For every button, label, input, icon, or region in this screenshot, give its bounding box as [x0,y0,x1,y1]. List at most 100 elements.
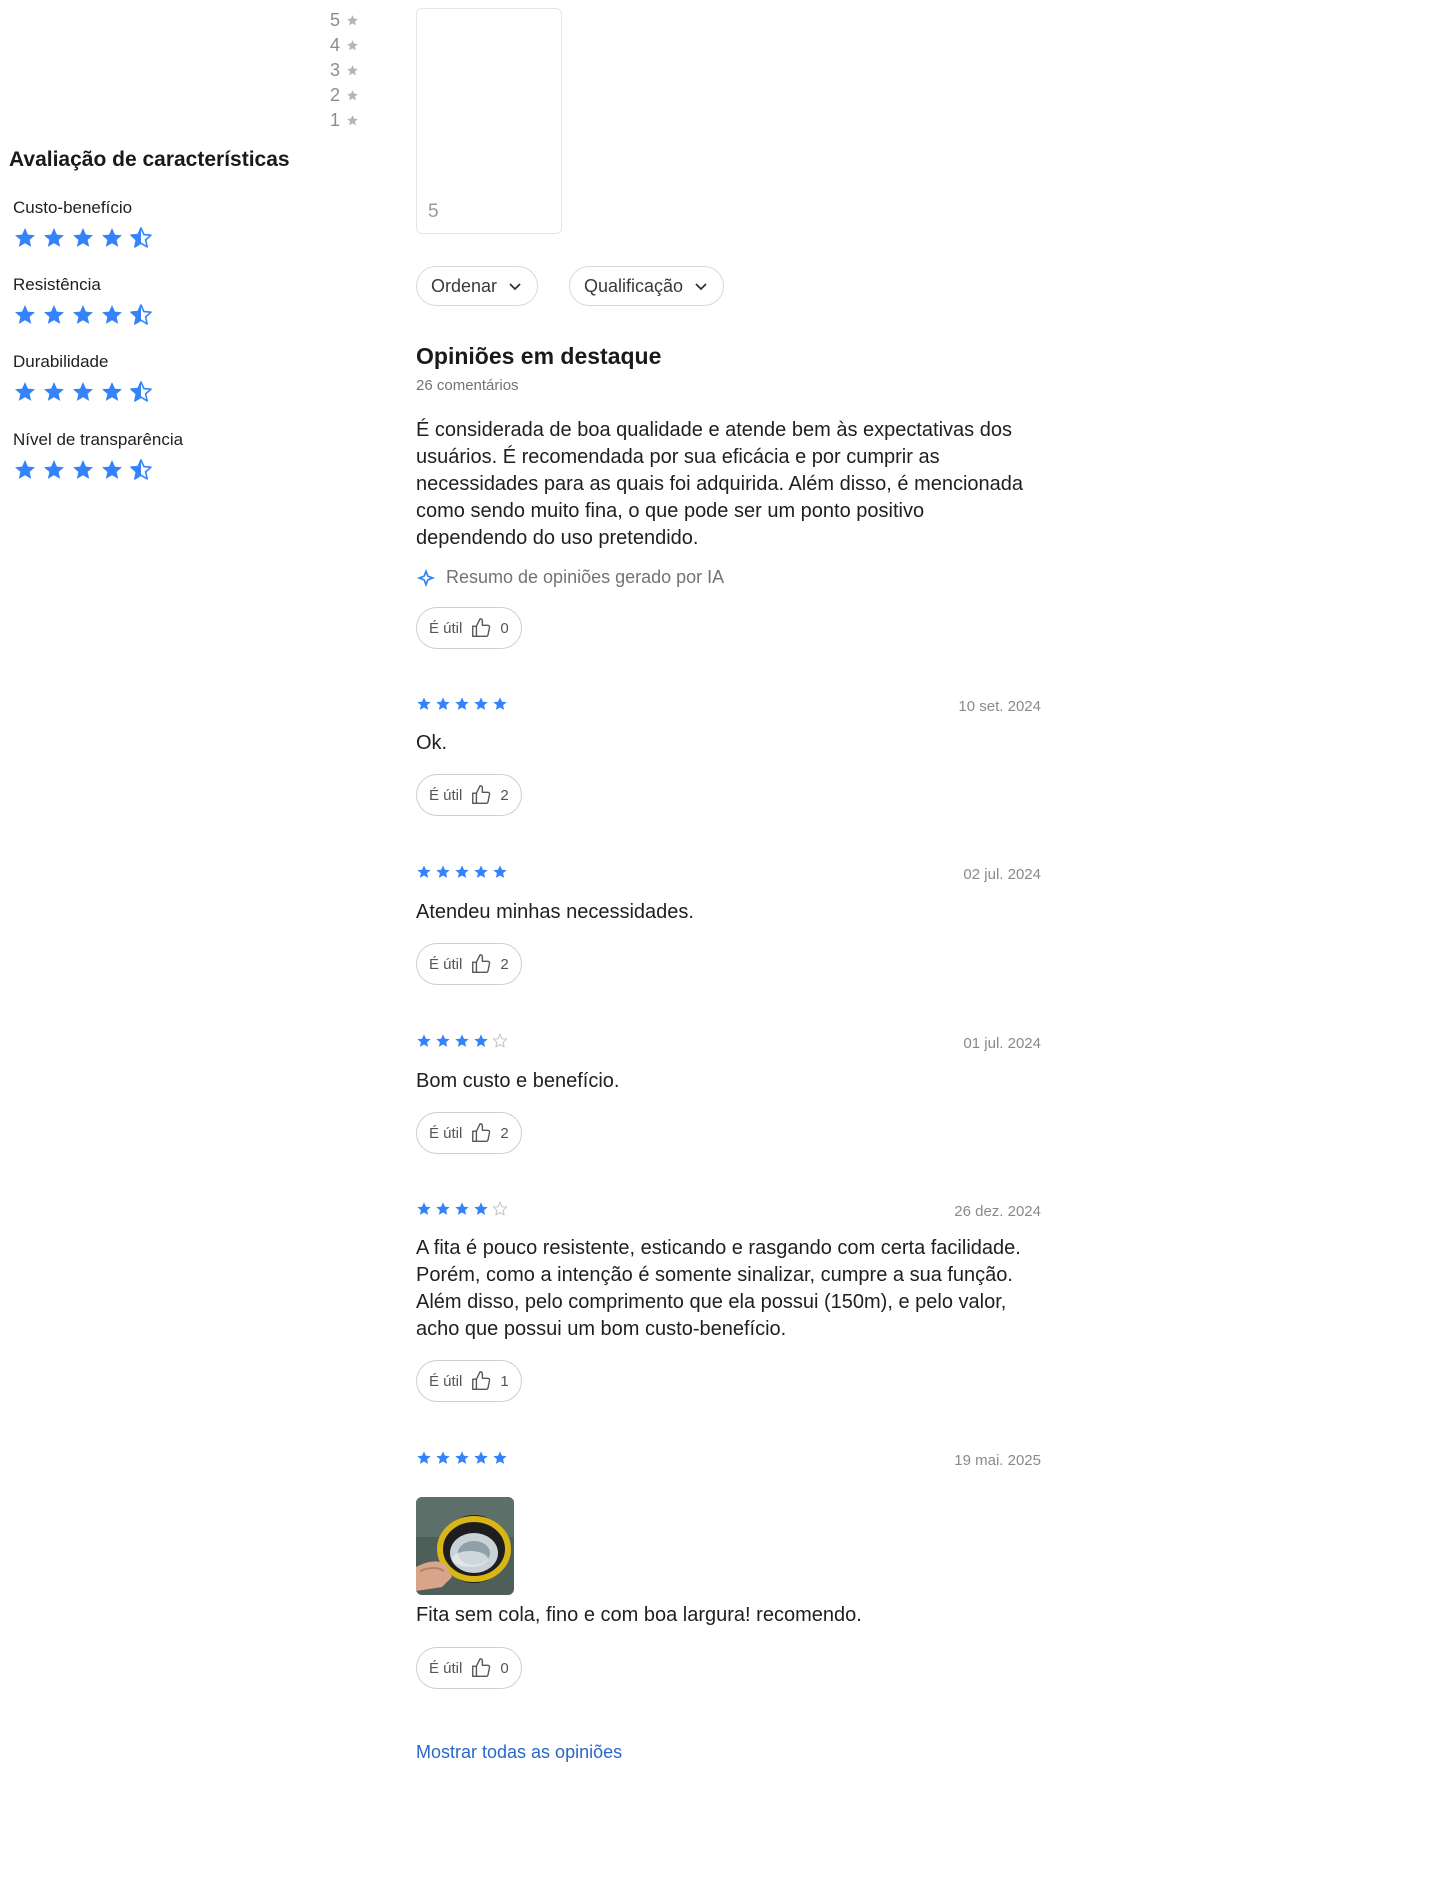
review-date: 01 jul. 2024 [963,1035,1041,1052]
review-text: Bom custo e benefício. [416,1070,620,1092]
histogram-row-1[interactable]: 1 [330,110,359,131]
characteristic-label: Resistência [13,275,101,294]
review-date: 10 set. 2024 [958,698,1041,715]
sort-label: Ordenar [431,275,498,296]
histogram-label: 4 [330,35,341,55]
useful-label: É útil [429,786,463,804]
histogram-row-3[interactable]: 3 [330,60,359,81]
review-rating [416,1201,508,1217]
review-text: Atendeu minhas necessidades. [416,901,694,923]
star-half-icon [130,381,152,402]
review-photo-thumbnail[interactable] [416,1497,514,1595]
histogram-row-2[interactable]: 2 [330,85,359,106]
star-filled-icon [102,228,122,247]
useful-button[interactable]: É útil 1 [416,1360,522,1402]
thumbs-up-icon [472,1658,491,1677]
star-filled-icon [474,697,488,710]
tape-roll-photo [416,1497,514,1595]
star-filled-icon [436,1202,450,1215]
star-filled-icon [73,382,93,401]
star-empty-icon [492,1201,508,1216]
useful-label: É útil [429,955,463,973]
star-filled-icon [44,382,64,401]
ai-summary-note: Resumo de opiniões gerado por IA [416,567,724,588]
characteristic-rating [13,226,153,250]
star-icon [347,40,358,51]
star-filled-icon [474,865,488,878]
star-filled-icon [436,1034,450,1047]
characteristic-rating [13,303,153,327]
star-filled-icon [455,697,469,710]
star-filled-icon [102,382,122,401]
star-filled-icon [417,1202,431,1215]
star-filled-icon [455,1451,469,1464]
star-filled-icon [436,1451,450,1464]
star-filled-icon [73,460,93,479]
star-filled-icon [474,1451,488,1464]
useful-label: É útil [429,1372,463,1390]
sparkle-icon [416,568,436,587]
star-filled-icon [15,305,35,324]
star-filled-icon [15,228,35,247]
rating-filter-dropdown[interactable]: Qualificação [569,266,725,306]
useful-label: É útil [429,1659,463,1677]
rating-filter-label: Qualificação [584,275,684,296]
photo-count-label: 5 [428,201,439,222]
useful-button[interactable]: É útil 2 [416,1112,522,1154]
star-filled-icon [474,1202,488,1215]
useful-count: 0 [500,1659,509,1677]
ai-summary-text: É considerada de boa qualidade e atende … [416,419,1024,549]
histogram-row-4[interactable]: 4 [330,35,359,56]
review-text: A fita é pouco resistente, esticando e r… [416,1237,1021,1340]
histogram-label: 3 [330,60,341,80]
star-filled-icon [417,697,431,710]
sort-dropdown[interactable]: Ordenar [416,266,539,306]
star-filled-icon [493,1451,507,1464]
show-all-reviews-link[interactable]: Mostrar todas as opiniões [416,1742,622,1763]
useful-button[interactable]: É útil 0 [416,607,522,649]
useful-button[interactable]: É útil 0 [416,1647,522,1689]
useful-button[interactable]: É útil 2 [416,774,522,816]
useful-label: É útil [429,1124,463,1142]
histogram-label: 2 [330,85,341,105]
star-filled-icon [455,1034,469,1047]
characteristic-label: Nível de transparência [13,430,184,449]
star-filled-icon [44,460,64,479]
star-filled-icon [417,1451,431,1464]
review-rating [416,864,508,880]
star-half-icon [130,459,152,480]
star-icon [347,65,358,76]
thumbs-up-icon [472,618,491,637]
characteristics-title: Avaliação de características [9,148,290,171]
thumbs-up-icon [472,785,491,804]
star-filled-icon [102,460,122,479]
star-empty-icon [492,1033,508,1048]
star-filled-icon [102,305,122,324]
chevron-down-icon [695,283,707,291]
star-filled-icon [455,1202,469,1215]
star-filled-icon [73,228,93,247]
histogram-row-5[interactable]: 5 [330,10,359,31]
characteristic-label: Durabilidade [13,352,109,371]
ai-note-label: Resumo de opiniões gerado por IA [446,567,725,587]
useful-count: 2 [500,786,509,804]
star-filled-icon [474,1034,488,1047]
star-filled-icon [15,460,35,479]
thumbs-up-icon [472,954,491,973]
star-icon [347,90,358,101]
star-half-icon [130,304,152,325]
section-title: Opiniões em destaque [416,343,662,369]
useful-button[interactable]: É útil 2 [416,943,522,985]
star-filled-icon [15,382,35,401]
characteristic-rating [13,458,153,482]
characteristic-rating [13,380,153,404]
review-rating [416,696,508,712]
thumbs-up-icon [472,1371,491,1390]
star-filled-icon [436,697,450,710]
chevron-down-icon [509,283,521,291]
star-filled-icon [44,228,64,247]
useful-count: 2 [500,955,509,973]
photo-gallery-card[interactable]: 5 [416,8,562,234]
review-date: 26 dez. 2024 [954,1203,1041,1220]
star-icon [347,15,358,26]
